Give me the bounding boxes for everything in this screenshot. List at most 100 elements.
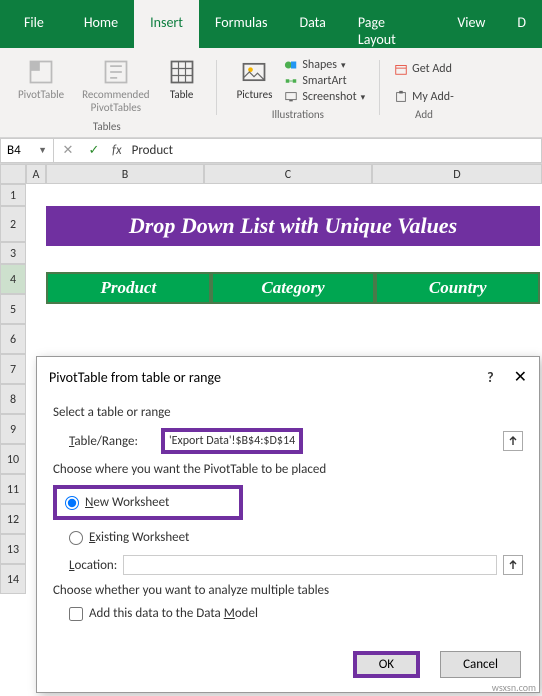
- table-button[interactable]: Table: [162, 56, 202, 103]
- existing-worksheet-radio[interactable]: Existing Worksheet: [69, 528, 523, 547]
- row-header[interactable]: 8: [0, 384, 26, 414]
- tab-page-layout[interactable]: Page Layout: [342, 0, 441, 48]
- ok-button[interactable]: OK: [353, 651, 420, 678]
- enter-formula-button[interactable]: ✓: [86, 143, 102, 158]
- table-label: Table: [170, 88, 194, 101]
- row-header[interactable]: 12: [0, 504, 26, 534]
- existing-worksheet-label: Existing Worksheet: [89, 530, 189, 545]
- pivottable-dialog: PivotTable from table or range ? ✕ Selec…: [36, 356, 540, 693]
- tab-formulas[interactable]: Formulas: [199, 0, 283, 48]
- ribbon: PivotTable Recommended PivotTables Table…: [0, 48, 542, 138]
- ribbon-illustrations-label: Illustrations: [272, 104, 324, 123]
- pivottable-icon: [27, 58, 55, 86]
- row-header[interactable]: 10: [0, 444, 26, 474]
- my-addins-button[interactable]: My Add-: [394, 90, 454, 104]
- new-worksheet-radio[interactable]: New Worksheet: [65, 493, 231, 512]
- get-addins-label: Get Add: [412, 62, 452, 76]
- table-range-input[interactable]: 'Export Data'!$B$4:$D$14: [161, 428, 303, 454]
- cancel-button[interactable]: Cancel: [440, 651, 521, 678]
- tab-file[interactable]: File: [0, 0, 68, 48]
- new-worksheet-highlight: New Worksheet: [53, 485, 243, 520]
- name-box-value: B4: [7, 143, 21, 158]
- tab-insert[interactable]: Insert: [134, 0, 199, 48]
- row-header[interactable]: 3: [0, 242, 26, 264]
- watermark: wsxsn.com: [492, 681, 536, 694]
- screenshot-button[interactable]: Screenshot ▾: [284, 90, 365, 104]
- row-header[interactable]: 1: [0, 184, 26, 206]
- row-header[interactable]: 2: [0, 206, 26, 242]
- smartart-label: SmartArt: [302, 74, 346, 88]
- col-header-A[interactable]: A: [26, 164, 46, 184]
- chevron-down-icon[interactable]: ▼: [38, 145, 47, 156]
- col-header-B[interactable]: B: [46, 164, 204, 184]
- radio-input[interactable]: [65, 496, 79, 510]
- ribbon-addins-label: Add: [415, 104, 433, 123]
- tab-more[interactable]: D: [501, 0, 542, 48]
- my-addins-label: My Add-: [412, 90, 454, 104]
- screenshot-label: Screenshot: [302, 90, 356, 104]
- addin-icon: [394, 90, 408, 104]
- shapes-button[interactable]: Shapes ▾: [284, 58, 365, 72]
- ribbon-group-tables: PivotTable Recommended PivotTables Table…: [8, 56, 206, 135]
- row-header[interactable]: 6: [0, 324, 26, 354]
- tab-home[interactable]: Home: [68, 0, 134, 48]
- close-button[interactable]: ✕: [514, 367, 527, 387]
- pictures-button[interactable]: Pictures: [231, 56, 279, 103]
- collapse-icon: [507, 435, 519, 447]
- recommended-pivot-button[interactable]: Recommended PivotTables: [76, 56, 155, 116]
- col-header-C[interactable]: C: [204, 164, 372, 184]
- range-picker-button[interactable]: [503, 431, 523, 451]
- pivottable-label: PivotTable: [18, 88, 64, 101]
- data-model-label: Add this data to the Data Model: [89, 606, 258, 621]
- row-header[interactable]: 13: [0, 534, 26, 564]
- pictures-icon: [240, 58, 268, 86]
- radio-input[interactable]: [69, 531, 83, 545]
- title-banner: Drop Down List with Unique Values: [46, 206, 540, 246]
- cancel-formula-button[interactable]: ✕: [60, 143, 76, 158]
- ribbon-tables-label: Tables: [93, 116, 121, 135]
- new-worksheet-label: New Worksheet: [85, 495, 169, 510]
- data-model-checkbox[interactable]: Add this data to the Data Model: [69, 606, 523, 621]
- table-header: Category: [211, 272, 376, 304]
- shapes-label: Shapes: [302, 58, 337, 72]
- row-header[interactable]: 9: [0, 414, 26, 444]
- location-picker-button[interactable]: [503, 555, 523, 575]
- recommended-pivot-label: Recommended PivotTables: [82, 88, 149, 114]
- col-header-D[interactable]: D: [372, 164, 542, 184]
- checkbox-input[interactable]: [69, 607, 83, 621]
- choose-placement-label: Choose where you want the PivotTable to …: [53, 462, 523, 477]
- formula-bar: B4 ▼ ✕ ✓ fx Product: [0, 138, 542, 164]
- pictures-label: Pictures: [237, 88, 273, 101]
- shapes-icon: [284, 58, 298, 72]
- location-label: Location:: [69, 558, 117, 573]
- choose-multi-label: Choose whether you want to analyze multi…: [53, 583, 523, 598]
- title-bar: File Home Insert Formulas Data Page Layo…: [0, 0, 542, 48]
- location-input[interactable]: [123, 555, 497, 575]
- smartart-icon: [284, 74, 298, 88]
- recommended-pivot-icon: [102, 58, 130, 86]
- row-header[interactable]: 14: [0, 564, 26, 594]
- collapse-icon: [507, 559, 519, 571]
- tab-view[interactable]: View: [441, 0, 501, 48]
- ribbon-group-addins: Get Add My Add- Add: [390, 56, 458, 135]
- row-header[interactable]: 7: [0, 354, 26, 384]
- table-header: Product: [46, 272, 211, 304]
- ribbon-group-illustrations: Pictures Shapes ▾ SmartArt Screenshot ▾ …: [227, 56, 370, 135]
- store-icon: [394, 62, 408, 76]
- pivottable-button[interactable]: PivotTable: [12, 56, 70, 103]
- select-range-label: Select a table or range: [53, 405, 523, 420]
- smartart-button[interactable]: SmartArt: [284, 74, 365, 88]
- formula-value[interactable]: Product: [132, 143, 173, 158]
- name-box[interactable]: B4 ▼: [0, 138, 54, 163]
- select-all-corner[interactable]: [0, 164, 26, 184]
- get-addins-button[interactable]: Get Add: [394, 62, 454, 76]
- table-range-label: Table/Range:: [69, 434, 157, 449]
- help-button[interactable]: ?: [487, 369, 494, 386]
- screenshot-icon: [284, 90, 298, 104]
- row-header[interactable]: 5: [0, 294, 26, 324]
- row-header[interactable]: 11: [0, 474, 26, 504]
- fx-icon[interactable]: fx: [112, 143, 122, 158]
- tab-data[interactable]: Data: [283, 0, 341, 48]
- row-header[interactable]: 4: [0, 264, 26, 294]
- table-header: Country: [375, 272, 540, 304]
